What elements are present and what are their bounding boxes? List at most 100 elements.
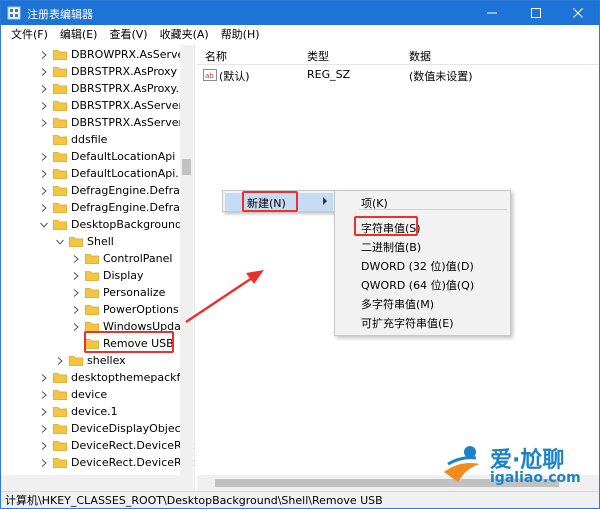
tree-item[interactable]: DesktopBackground: [39, 216, 182, 233]
folder-icon: [53, 168, 67, 179]
tree-item[interactable]: desktopthemepackfile: [39, 369, 193, 386]
tree-horizontal-scrollbar[interactable]: [1, 475, 180, 491]
tree-item[interactable]: DeviceDisplayObject: [39, 420, 185, 437]
tree-item[interactable]: DBRSTPRX.AsServer: [39, 97, 183, 114]
tree-item[interactable]: shellex: [55, 352, 126, 369]
tree-item[interactable]: DefragEngine.Defragl: [39, 199, 190, 216]
tree-item[interactable]: ddsfile: [39, 131, 107, 148]
tree-item-label: desktopthemepackfile: [71, 371, 194, 384]
tree-item-label: DefragEngine.Defragl: [71, 184, 190, 197]
menu-help[interactable]: 帮助(H): [215, 25, 266, 45]
tree-item-label: shellex: [87, 354, 126, 367]
minimize-icon: [487, 12, 497, 14]
tree-item-label: device.1: [71, 405, 118, 418]
tree-item[interactable]: Personalize: [71, 284, 165, 301]
tree-item[interactable]: DBRSTPRX.AsProxy: [39, 63, 177, 80]
chevron-right-icon[interactable]: [39, 186, 49, 196]
close-button[interactable]: [557, 1, 599, 25]
chevron-right-icon[interactable]: [39, 441, 49, 451]
submenu-qword-value[interactable]: QWORD (64 位)值(Q): [361, 277, 474, 293]
value-type: REG_SZ: [307, 68, 351, 81]
chevron-right-icon[interactable]: [71, 305, 81, 315]
chevron-right-icon[interactable]: [71, 322, 81, 332]
submenu-arrow-icon: [323, 197, 327, 205]
chevron-right-icon[interactable]: [39, 152, 49, 162]
submenu-separator: [359, 209, 507, 210]
tree-item[interactable]: DeviceRect.DeviceRec: [39, 454, 194, 471]
chevron-down-icon[interactable]: [39, 220, 49, 230]
tree-item[interactable]: Shell: [55, 233, 114, 250]
chevron-right-icon[interactable]: [39, 101, 49, 111]
column-header-type[interactable]: 类型: [307, 48, 329, 64]
tree-item[interactable]: DeviceRect.DeviceRec: [39, 437, 194, 454]
tree-item-label: DesktopBackground: [71, 218, 182, 231]
chevron-down-icon[interactable]: [55, 237, 65, 247]
chevron-right-icon[interactable]: [39, 407, 49, 417]
value-name: (默认): [219, 70, 250, 83]
chevron-right-icon[interactable]: [71, 271, 81, 281]
value-data: (数值未设置): [409, 70, 473, 83]
highlight-new-box: [242, 191, 298, 212]
submenu-dword-value[interactable]: DWORD (32 位)值(D): [361, 258, 474, 274]
chevron-right-icon[interactable]: [39, 84, 49, 94]
tree-item-label: PowerOptions: [103, 303, 179, 316]
submenu-binary-value[interactable]: 二进制值(B): [361, 239, 421, 255]
registry-app-icon: [7, 6, 21, 20]
submenu-expandable-string-value[interactable]: 可扩充字符串值(E): [361, 315, 454, 331]
tree-item[interactable]: DBROWPRX.AsServer: [39, 46, 189, 63]
tree-scroll-thumb[interactable]: [182, 159, 191, 175]
tree-item-label: DeviceRect.DeviceRec: [71, 439, 194, 452]
no-expander: [39, 135, 49, 145]
highlight-remove-usb-box: [84, 331, 174, 353]
tree-item-label: Display: [103, 269, 144, 282]
chevron-right-icon[interactable]: [39, 203, 49, 213]
column-header-name[interactable]: 名称: [205, 48, 227, 64]
chevron-right-icon[interactable]: [39, 50, 49, 60]
tree-item[interactable]: device: [39, 386, 107, 403]
title-bar: 注册表编辑器: [1, 1, 599, 25]
tree-item[interactable]: DefaultLocationApi: [39, 148, 175, 165]
submenu-multi-string-value[interactable]: 多字符串值(M): [361, 296, 434, 312]
folder-icon: [53, 219, 67, 230]
value-row[interactable]: ab (默认) REG_SZ (数值未设置): [197, 66, 599, 83]
tree-vertical-scrollbar[interactable]: [180, 45, 193, 491]
tree-item[interactable]: DBRSTPRX.AsProxy.1: [39, 80, 186, 97]
tree-item[interactable]: PowerOptions: [71, 301, 179, 318]
folder-icon: [53, 185, 67, 196]
tree-item[interactable]: device.1: [39, 403, 118, 420]
chevron-right-icon[interactable]: [39, 373, 49, 383]
folder-icon: [85, 304, 99, 315]
folder-icon: [53, 100, 67, 111]
maximize-button[interactable]: [515, 1, 557, 25]
brand-logo-icon: [444, 446, 480, 482]
chevron-right-icon[interactable]: [39, 169, 49, 179]
tree-item-label: device: [71, 388, 108, 401]
column-header-data[interactable]: 数据: [409, 48, 431, 64]
menu-favorites[interactable]: 收藏夹(A): [154, 25, 215, 45]
menu-file[interactable]: 文件(F): [5, 25, 54, 45]
chevron-right-icon[interactable]: [71, 254, 81, 264]
menu-view[interactable]: 查看(V): [103, 25, 153, 45]
chevron-right-icon[interactable]: [39, 118, 49, 128]
chevron-right-icon[interactable]: [39, 390, 49, 400]
tree-item[interactable]: DefragEngine.Defragl: [39, 182, 190, 199]
chevron-right-icon[interactable]: [55, 356, 65, 366]
new-submenu: 项(K) 字符串值(S) 二进制值(B) DWORD (32 位)值(D) QW…: [334, 190, 511, 336]
folder-icon: [85, 270, 99, 281]
tree-item[interactable]: ControlPanel: [71, 250, 172, 267]
tree-item[interactable]: DBRSTPRX.AsServer.1: [39, 114, 192, 131]
tree-item[interactable]: Display: [71, 267, 144, 284]
folder-icon: [85, 287, 99, 298]
chevron-right-icon[interactable]: [39, 458, 49, 468]
minimize-button[interactable]: [471, 1, 513, 25]
chevron-right-icon[interactable]: [39, 424, 49, 434]
folder-icon: [53, 117, 67, 128]
menu-edit[interactable]: 编辑(E): [54, 25, 104, 45]
chevron-right-icon[interactable]: [39, 67, 49, 77]
chevron-right-icon[interactable]: [71, 288, 81, 298]
tree-item-label: DeviceRect.DeviceRec: [71, 456, 194, 469]
menu-bar: 文件(F) 编辑(E) 查看(V) 收藏夹(A) 帮助(H): [1, 25, 599, 45]
tree-item[interactable]: DefaultLocationApi.1: [39, 165, 186, 182]
no-expander: [71, 339, 81, 349]
key-tree[interactable]: DBROWPRX.AsServer DBRSTPRX.AsProxy DBRSTPR…: [1, 45, 195, 491]
